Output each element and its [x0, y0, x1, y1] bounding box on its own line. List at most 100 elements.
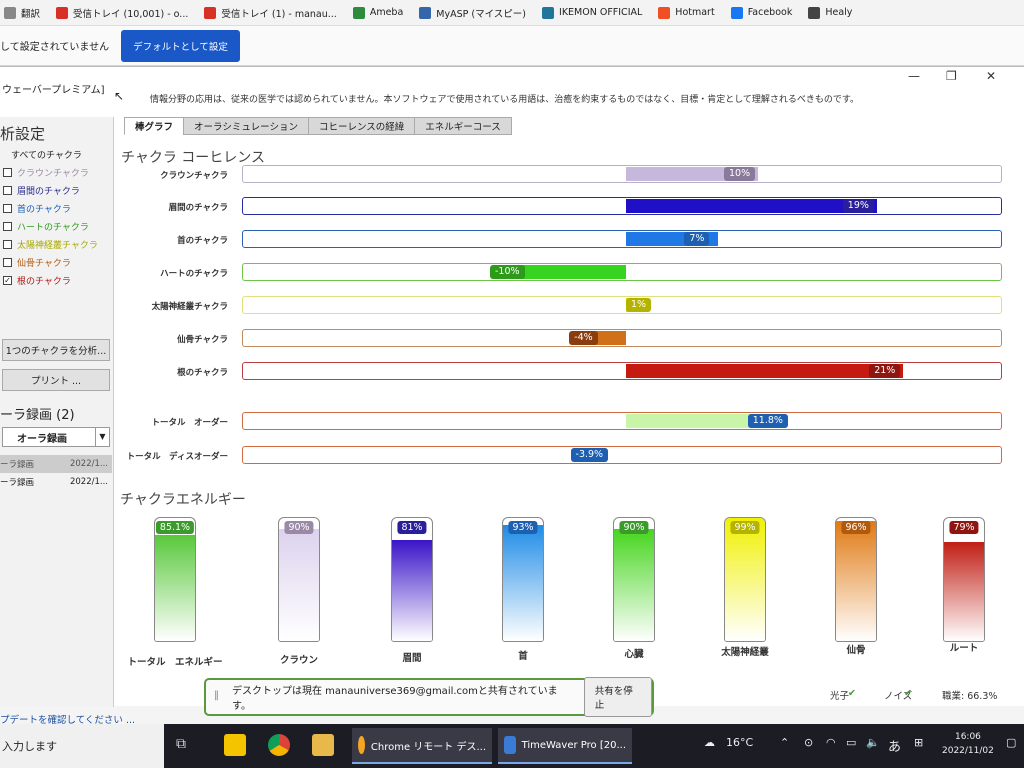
close-icon[interactable]: ✕: [986, 69, 996, 83]
tab-bar-graph[interactable]: 棒グラフ: [124, 117, 185, 135]
coherence-value-label: -4%: [569, 331, 598, 345]
chakra-checkbox-row[interactable]: すべてのチャクラ: [3, 148, 82, 161]
coherence-track: [242, 165, 1002, 183]
wifi-icon[interactable]: ◠: [826, 736, 836, 749]
coherence-chart-title: チャクラ コーヒレンス: [121, 150, 266, 166]
bookmark-item[interactable]: Ameba: [352, 6, 404, 19]
bookmark-item[interactable]: 翻訳: [4, 6, 40, 20]
tab-coherence-history[interactable]: コヒーレンスの経緯: [307, 117, 416, 135]
minimize-icon[interactable]: —: [908, 69, 920, 83]
status-occupation: 職業: 66.3%: [942, 691, 998, 702]
remote-share-bar: ‖ デスクトップは現在 manauniverse369@gmail.comと共有…: [204, 677, 654, 717]
checkbox-label: 仙骨チャクラ: [17, 259, 71, 269]
ime-indicator[interactable]: あ: [888, 736, 901, 755]
taskbar-app-timewaver[interactable]: TimeWaver Pro [20...: [498, 728, 632, 764]
checkbox[interactable]: ✓: [3, 276, 12, 285]
coherence-bar: [626, 364, 904, 378]
energy-bar: [155, 534, 195, 641]
energy-value-label: 96%: [841, 521, 871, 534]
analyze-chakra-button[interactable]: 1つのチャクラを分析...: [2, 339, 110, 361]
bookmark-item[interactable]: 受信トレイ (10,001) - o...: [56, 6, 188, 20]
energy-column: 93%: [502, 517, 544, 642]
bookmark-item[interactable]: IKEMON OFFICIAL: [542, 6, 642, 19]
taskbar-app-label: Chrome リモート デス...: [370, 741, 486, 753]
coherence-row-label: トータル オーダー: [151, 418, 228, 428]
taskbar-app-chrome-remote[interactable]: Chrome リモート デス...: [352, 728, 492, 764]
weather-icon[interactable]: ☁: [704, 736, 715, 749]
chakra-checkbox-row[interactable]: クラウンチャクラ: [3, 166, 89, 179]
hotmart-icon: [658, 6, 671, 19]
checkbox[interactable]: [3, 168, 12, 177]
bookmark-item[interactable]: 受信トレイ (1) - manau...: [204, 6, 337, 20]
coherence-value-label: 10%: [724, 167, 756, 181]
battery-icon[interactable]: ▭: [846, 736, 856, 749]
chakra-checkbox-row[interactable]: 仙骨チャクラ: [3, 256, 71, 269]
chevron-down-icon[interactable]: ▼: [95, 428, 109, 446]
checkbox[interactable]: [3, 150, 6, 159]
chakra-checkbox-row[interactable]: ✓ 根のチャクラ: [3, 274, 71, 287]
coherence-track: [242, 230, 1002, 248]
input-mode-icon[interactable]: ⊞: [914, 736, 923, 749]
bookmark-label: Ameba: [369, 7, 404, 18]
aura-recording-select-value: オーラ録画: [17, 433, 67, 445]
bookmark-label: MyASP (マイスピー): [436, 8, 527, 20]
recording-date: 2022/1...: [69, 459, 108, 469]
checkbox[interactable]: [3, 204, 12, 213]
print-button[interactable]: プリント ...: [2, 369, 110, 391]
chakra-checkbox-row[interactable]: 眉間のチャクラ: [3, 184, 80, 197]
healy-icon: [808, 6, 821, 19]
chevron-up-icon[interactable]: ⌃: [780, 736, 789, 749]
checkbox[interactable]: [3, 258, 12, 267]
chrome-icon[interactable]: [268, 734, 290, 756]
restore-icon[interactable]: ❐: [946, 69, 957, 83]
aura-recording-select[interactable]: オーラ録画 ▼: [2, 427, 110, 447]
energy-category-label: 心臓: [624, 649, 644, 660]
bookmark-item[interactable]: MyASP (マイスピー): [419, 6, 526, 20]
stop-sharing-button[interactable]: 共有を停止: [583, 677, 652, 717]
chakra-checkbox-row[interactable]: ハートのチャクラ: [3, 220, 89, 233]
recording-row[interactable]: ーラ録画 2022/1...: [0, 455, 112, 473]
weather-temp[interactable]: 16°C: [726, 736, 753, 749]
app-title: ウェーバープレミアム]: [2, 85, 105, 96]
volume-icon[interactable]: 🔈: [866, 736, 880, 749]
bookmark-item[interactable]: Facebook: [730, 6, 792, 19]
tab-energy-course[interactable]: エネルギーコース: [414, 117, 512, 135]
infobar-message: して設定されていません: [0, 42, 110, 53]
energy-value-label: 90%: [619, 521, 649, 534]
energy-column: 96%: [835, 517, 877, 642]
checkbox[interactable]: [3, 222, 12, 231]
energy-value-label: 93%: [508, 521, 538, 534]
energy-value-label: 81%: [397, 521, 427, 534]
bookmark-item[interactable]: Hotmart: [658, 6, 715, 19]
tab-aura-simulation[interactable]: オーラシミュレーション: [183, 117, 309, 135]
set-default-button[interactable]: デフォルトとして設定: [121, 29, 240, 62]
task-view-icon[interactable]: ⧉: [176, 736, 198, 758]
coherence-value-label: -3.9%: [570, 448, 609, 462]
facebook-icon: [730, 6, 743, 19]
drag-handle-icon[interactable]: ‖: [214, 690, 219, 701]
gmail-icon: [56, 6, 69, 19]
remote-icon[interactable]: ⊙: [804, 736, 813, 749]
clock[interactable]: 16:06 2022/11/02: [942, 730, 994, 758]
taskbar-search[interactable]: 入力します: [0, 724, 164, 768]
checkbox-label: すべてのチャクラ: [11, 151, 82, 161]
energy-value-label: 90%: [284, 521, 314, 534]
notification-icon[interactable]: ▢: [1006, 736, 1016, 749]
checkbox[interactable]: [3, 186, 12, 195]
checkbox[interactable]: [3, 240, 12, 249]
view-tabs: 棒グラフ オーラシミュレーション コヒーレンスの経緯 エネルギーコース: [124, 117, 512, 135]
energy-column: 90%: [278, 517, 320, 642]
coherence-value-label: 21%: [869, 364, 901, 378]
bookmark-item[interactable]: Healy: [808, 6, 852, 19]
chakra-checkbox-row[interactable]: 首のチャクラ: [3, 202, 71, 215]
coherence-track: [242, 296, 1002, 314]
recording-row[interactable]: ーラ録画 2022/1...: [0, 473, 112, 491]
disclaimer-text: 情報分野の応用は、従来の医学では認められていません。本ソフトウェアで使用されてい…: [150, 95, 860, 105]
coherence-value-label: 19%: [842, 199, 874, 213]
aura-recording-title: ーラ録画 (2): [0, 408, 75, 423]
taskbar-app-label: TimeWaver Pro [20...: [521, 739, 626, 751]
sticky-notes-icon[interactable]: [224, 734, 246, 756]
energy-category-label: クラウン: [279, 655, 319, 666]
file-explorer-icon[interactable]: [312, 734, 334, 756]
chakra-checkbox-row[interactable]: 太陽神経叢チャクラ: [3, 238, 98, 251]
